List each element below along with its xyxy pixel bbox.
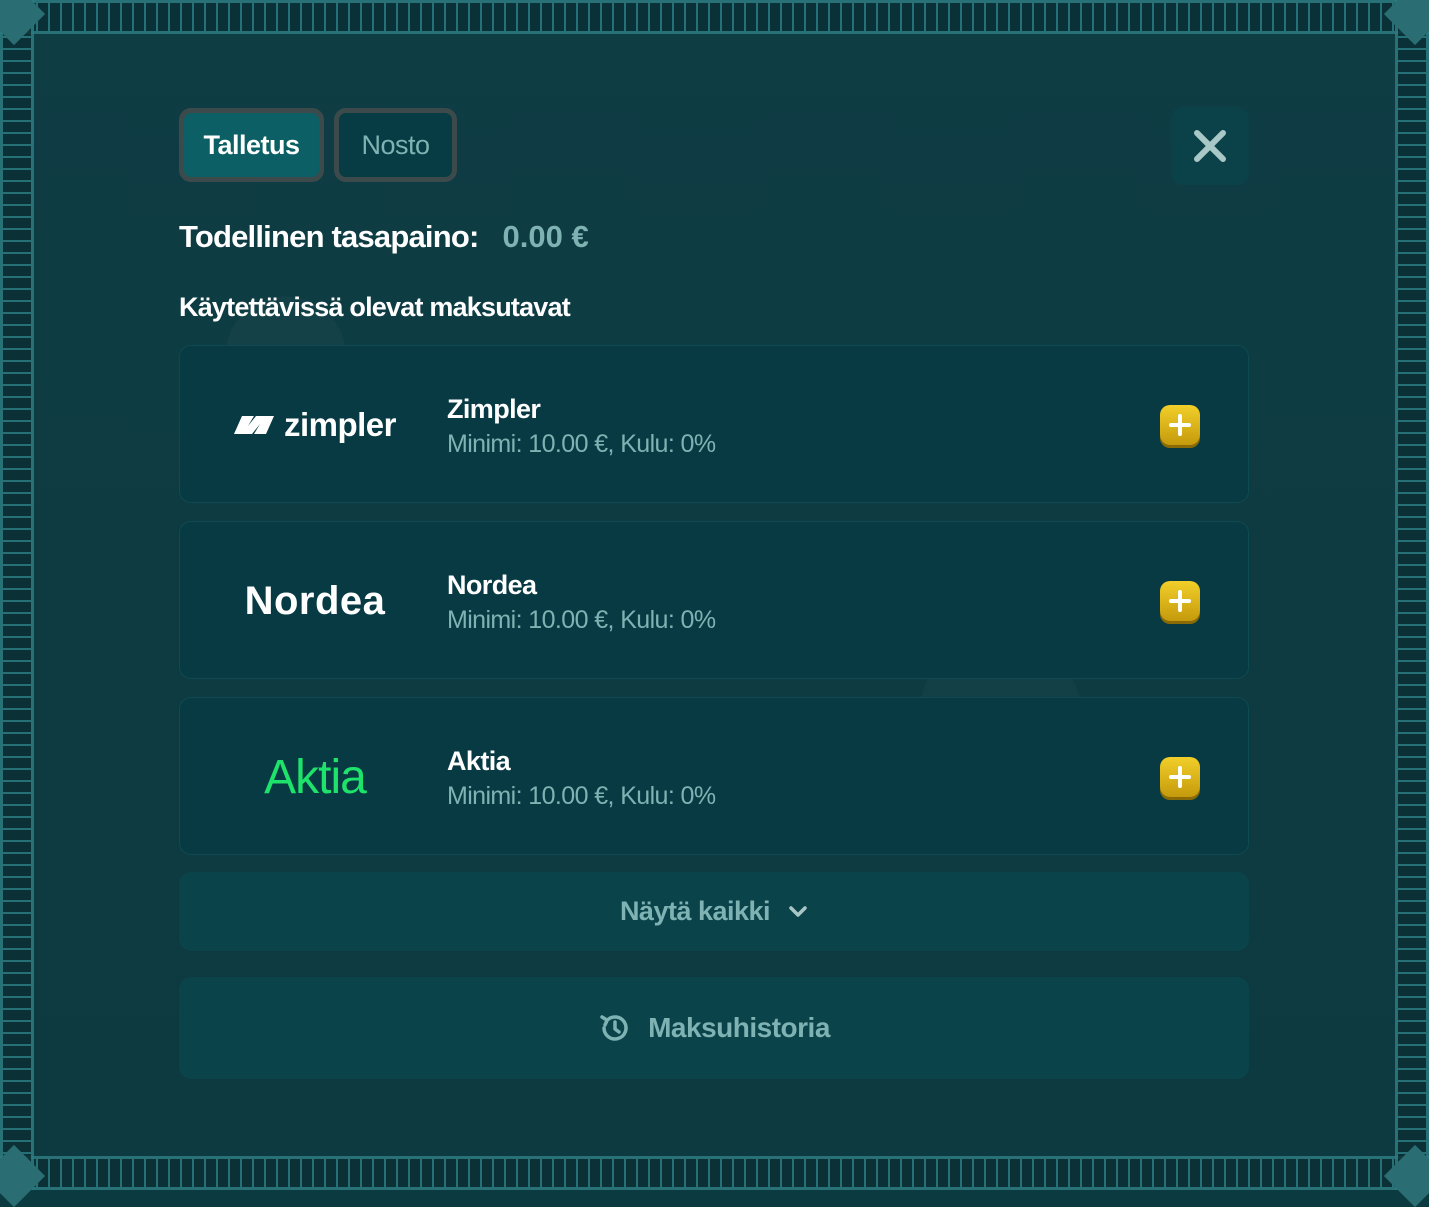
show-all-button[interactable]: Näytä kaikki bbox=[179, 872, 1249, 951]
payment-method-nordea[interactable]: Nordea Nordea Minimi: 10.00 €, Kulu: 0% bbox=[179, 521, 1249, 679]
balance-row: Todellinen tasapaino: 0.00 € bbox=[179, 214, 589, 260]
payment-method-name: Aktia bbox=[447, 746, 510, 777]
payment-method-name: Nordea bbox=[447, 570, 536, 601]
chevron-down-icon bbox=[788, 905, 808, 919]
payment-method-aktia[interactable]: Aktia Aktia Minimi: 10.00 €, Kulu: 0% bbox=[179, 697, 1249, 855]
zimpler-logo: zimpler bbox=[210, 346, 420, 504]
add-zimpler-button[interactable] bbox=[1160, 405, 1200, 445]
tab-withdraw[interactable]: Nosto bbox=[334, 108, 457, 182]
add-aktia-button[interactable] bbox=[1160, 757, 1200, 797]
plus-icon bbox=[1168, 413, 1192, 437]
add-nordea-button[interactable] bbox=[1160, 581, 1200, 621]
payment-method-details: Minimi: 10.00 €, Kulu: 0% bbox=[447, 430, 715, 459]
close-button[interactable] bbox=[1171, 107, 1249, 185]
balance-label: Todellinen tasapaino: bbox=[179, 219, 479, 255]
payment-method-details: Minimi: 10.00 €, Kulu: 0% bbox=[447, 606, 715, 635]
payment-method-details: Minimi: 10.00 €, Kulu: 0% bbox=[447, 782, 715, 811]
decorative-border-right bbox=[1395, 0, 1429, 1190]
payment-methods-title: Käytettävissä olevat maksutavat bbox=[179, 292, 570, 323]
zimpler-logo-text: zimpler bbox=[284, 406, 396, 444]
show-all-label: Näytä kaikki bbox=[620, 896, 770, 927]
close-icon bbox=[1193, 129, 1227, 163]
payment-history-button[interactable]: Maksuhistoria bbox=[179, 977, 1249, 1079]
aktia-logo-text: Aktia bbox=[264, 750, 366, 805]
plus-icon bbox=[1168, 765, 1192, 789]
nordea-logo-text: Nordea bbox=[245, 579, 386, 624]
aktia-logo: Aktia bbox=[210, 698, 420, 856]
decorative-border-left bbox=[0, 0, 34, 1190]
balance-value: 0.00 € bbox=[503, 219, 589, 255]
zimpler-mark-icon bbox=[234, 414, 274, 436]
payment-method-name: Zimpler bbox=[447, 394, 540, 425]
decorative-border-bottom bbox=[0, 1156, 1429, 1190]
payment-history-label: Maksuhistoria bbox=[648, 1012, 830, 1044]
tab-deposit[interactable]: Talletus bbox=[179, 108, 324, 182]
decorative-border-top bbox=[0, 0, 1429, 34]
payment-method-zimpler[interactable]: zimpler Zimpler Minimi: 10.00 €, Kulu: 0… bbox=[179, 345, 1249, 503]
history-icon bbox=[598, 1011, 632, 1045]
plus-icon bbox=[1168, 589, 1192, 613]
nordea-logo: Nordea bbox=[210, 522, 420, 680]
